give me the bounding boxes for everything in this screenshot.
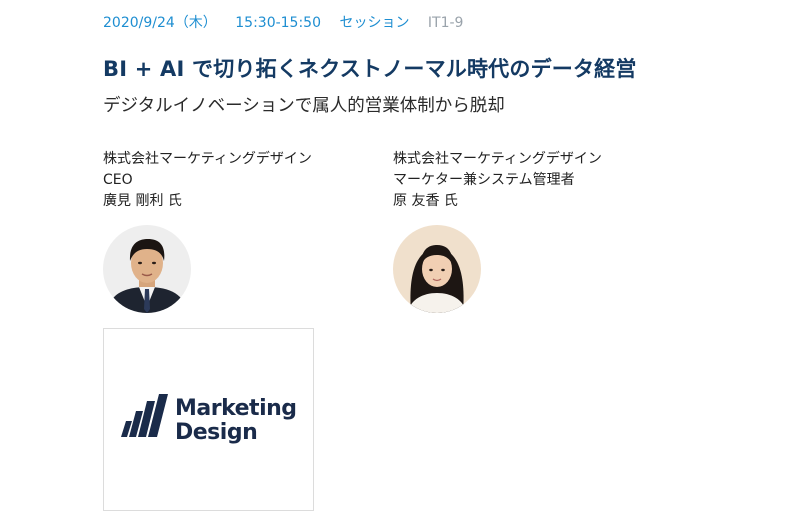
session-subtitle: デジタルイノベーションで属人的営業体制から脱却 (103, 96, 505, 116)
speaker-role: CEO (103, 172, 133, 188)
company-logo-box: Marketing Design (103, 328, 314, 511)
speaker-2: 株式会社マーケティングデザイン マーケター兼システム管理者 原 友香 氏 (393, 149, 673, 313)
speaker-photo-female (393, 225, 481, 313)
speaker-1: 株式会社マーケティングデザイン CEO 廣見 剛利 氏 (103, 149, 383, 313)
speaker-company: 株式会社マーケティングデザイン (103, 151, 312, 167)
marketing-design-logo: Marketing Design (121, 394, 297, 445)
speaker-photo-male (103, 225, 191, 313)
speaker-name: 原 友香 氏 (393, 193, 458, 209)
speaker-company: 株式会社マーケティングデザイン (393, 151, 602, 167)
session-type: セッション (339, 15, 410, 31)
session-date: 2020/9/24（木） (103, 15, 217, 31)
speaker-role: マーケター兼システム管理者 (393, 172, 575, 188)
session-time: 15:30-15:50 (235, 15, 321, 31)
speaker-name: 廣見 剛利 氏 (103, 193, 182, 209)
session-code: IT1-9 (427, 15, 464, 31)
session-meta: 2020/9/24（木） 15:30-15:50 セッション IT1-9 (103, 12, 477, 32)
session-title: BI + AI で切り拓くネクストノーマル時代のデータ経営 (103, 57, 637, 81)
logo-text-line2: Design (175, 420, 257, 445)
logo-text-line1: Marketing (175, 396, 297, 421)
